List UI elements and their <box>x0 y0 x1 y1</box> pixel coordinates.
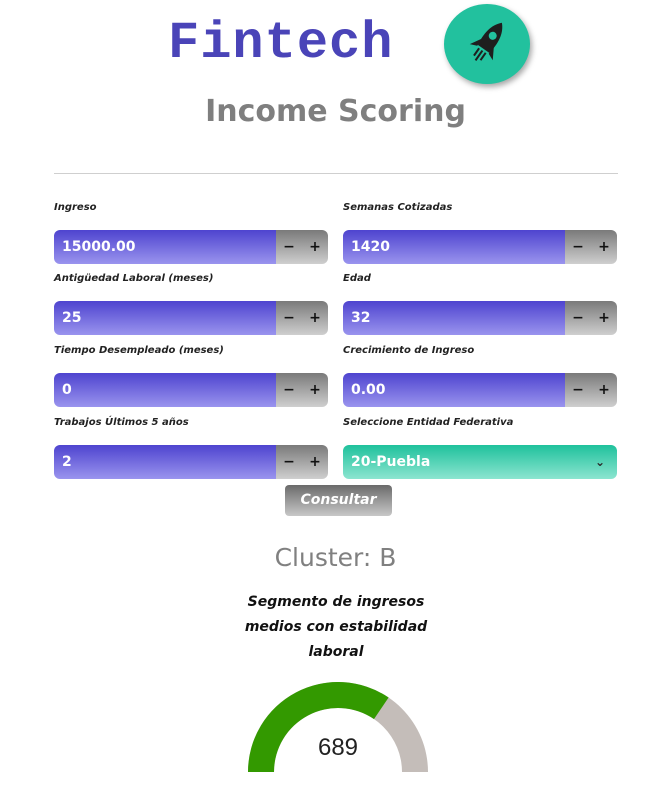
trabajos-stepper[interactable]: − + <box>276 445 328 479</box>
antiguedad-value[interactable]: 25 <box>54 301 276 335</box>
chevron-down-icon[interactable]: ⌄ <box>595 445 605 479</box>
rocket-icon <box>444 4 530 84</box>
decrement-button[interactable]: − <box>565 373 591 407</box>
edad-value[interactable]: 32 <box>343 301 565 335</box>
ingreso-label: Ingreso <box>54 202 97 213</box>
divider <box>54 173 618 174</box>
entidad-selected-value: 20-Puebla <box>351 454 431 470</box>
edad-input[interactable]: 32 − + <box>343 301 617 335</box>
desempleado-field: Tiempo Desempleado (meses) 0 − + <box>54 344 328 407</box>
page-subtitle: Income Scoring <box>205 94 466 129</box>
edad-field: Edad 32 − + <box>343 272 617 335</box>
crecimiento-stepper[interactable]: − + <box>565 373 617 407</box>
antiguedad-field: Antigüedad Laboral (meses) 25 − + <box>54 272 328 335</box>
desempleado-value[interactable]: 0 <box>54 373 276 407</box>
crecimiento-input[interactable]: 0.00 − + <box>343 373 617 407</box>
semanas-value[interactable]: 1420 <box>343 230 565 264</box>
decrement-button[interactable]: − <box>565 230 591 264</box>
crecimiento-value[interactable]: 0.00 <box>343 373 565 407</box>
semanas-stepper[interactable]: − + <box>565 230 617 264</box>
semanas-label: Semanas Cotizadas <box>343 202 453 213</box>
increment-button[interactable]: + <box>302 373 328 407</box>
increment-button[interactable]: + <box>302 301 328 335</box>
crecimiento-field: Crecimiento de Ingreso 0.00 − + <box>343 344 617 407</box>
entidad-field: Seleccione Entidad Federativa 20-Puebla … <box>343 416 617 479</box>
decrement-button[interactable]: − <box>276 373 302 407</box>
trabajos-field: Trabajos Últimos 5 años 2 − + <box>54 416 328 479</box>
decrement-button[interactable]: − <box>565 301 591 335</box>
desempleado-stepper[interactable]: − + <box>276 373 328 407</box>
semanas-input[interactable]: 1420 − + <box>343 230 617 264</box>
decrement-button[interactable]: − <box>276 230 302 264</box>
ingreso-value[interactable]: 15000.00 <box>54 230 276 264</box>
increment-button[interactable]: + <box>591 301 617 335</box>
ingreso-stepper[interactable]: − + <box>276 230 328 264</box>
desempleado-input[interactable]: 0 − + <box>54 373 328 407</box>
entidad-select[interactable]: 20-Puebla ⌄ <box>343 445 617 479</box>
desempleado-label: Tiempo Desempleado (meses) <box>54 345 224 356</box>
score-value: 689 <box>317 734 359 761</box>
header: Fintech Income Scoring <box>0 0 671 129</box>
trabajos-input[interactable]: 2 − + <box>54 445 328 479</box>
antiguedad-stepper[interactable]: − + <box>276 301 328 335</box>
antiguedad-label: Antigüedad Laboral (meses) <box>54 273 214 284</box>
antiguedad-input[interactable]: 25 − + <box>54 301 328 335</box>
trabajos-value[interactable]: 2 <box>54 445 276 479</box>
decrement-button[interactable]: − <box>276 301 302 335</box>
ingreso-input[interactable]: 15000.00 − + <box>54 230 328 264</box>
increment-button[interactable]: + <box>302 230 328 264</box>
ingreso-field: Ingreso 15000.00 − + <box>54 201 328 264</box>
consultar-button[interactable]: Consultar <box>285 485 392 516</box>
increment-button[interactable]: + <box>591 230 617 264</box>
cluster-result: Cluster: B <box>274 543 397 572</box>
decrement-button[interactable]: − <box>276 445 302 479</box>
increment-button[interactable]: + <box>591 373 617 407</box>
segment-description: Segmento de ingresos medios con estabili… <box>244 594 428 660</box>
crecimiento-label: Crecimiento de Ingreso <box>343 345 475 356</box>
brand-title: Fintech <box>168 14 394 73</box>
increment-button[interactable]: + <box>302 445 328 479</box>
semanas-field: Semanas Cotizadas 1420 − + <box>343 201 617 264</box>
entidad-label: Seleccione Entidad Federativa <box>343 417 514 428</box>
trabajos-label: Trabajos Últimos 5 años <box>54 417 189 428</box>
edad-label: Edad <box>343 273 371 284</box>
edad-stepper[interactable]: − + <box>565 301 617 335</box>
